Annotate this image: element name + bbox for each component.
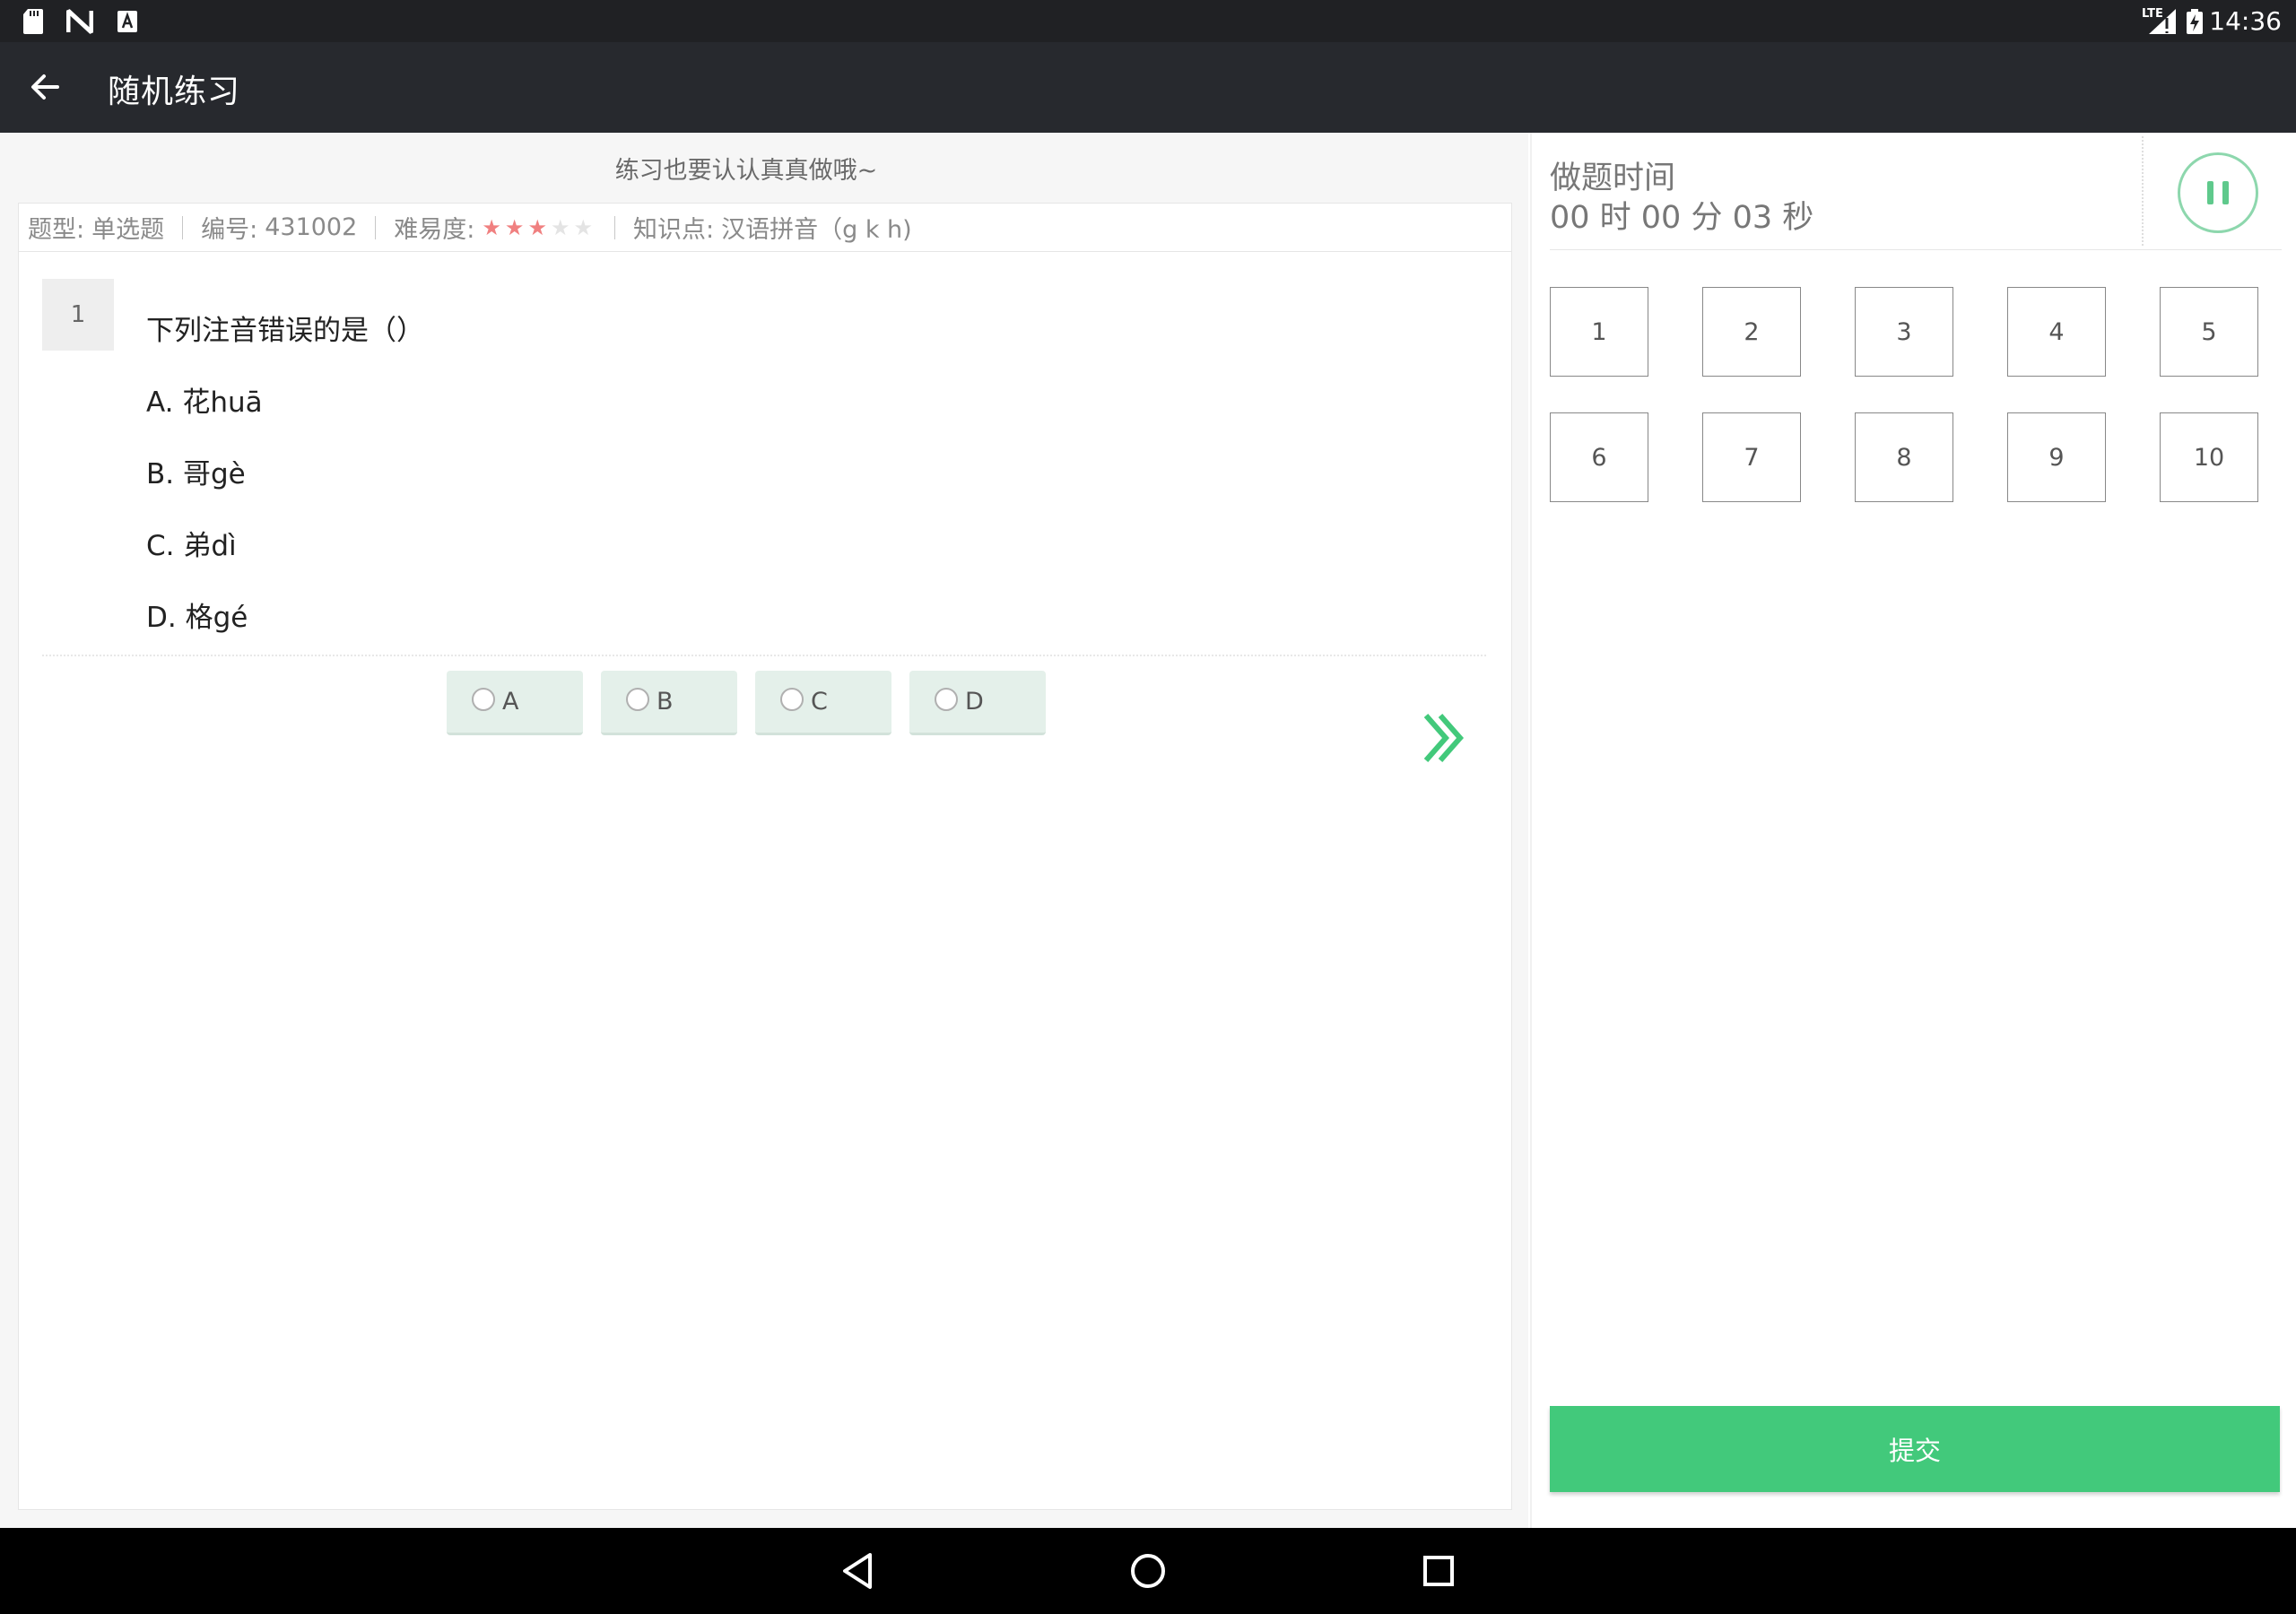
answer-d-button[interactable]: D <box>909 671 1046 735</box>
option-d-text: D. 格gé <box>146 602 248 634</box>
option-b-text: B. 哥gè <box>146 458 246 490</box>
question-nav-item[interactable]: 10 <box>2160 412 2258 502</box>
app-bar: 随机练习 <box>0 42 2296 133</box>
arrow-back-icon <box>31 74 59 100</box>
pause-icon <box>2207 181 2213 204</box>
meta-divider <box>375 215 377 239</box>
type-value: 单选题 <box>91 216 165 244</box>
question-number-badge: 1 <box>42 279 114 351</box>
radio-unchecked-icon <box>626 687 649 711</box>
type-label: 题型: <box>28 216 85 244</box>
question-nav-item[interactable]: 2 <box>1702 287 1801 377</box>
id-label: 编号: <box>201 216 258 244</box>
next-question-button[interactable] <box>1408 707 1471 769</box>
star-filled-icon: ★ <box>527 215 547 240</box>
question-nav-item[interactable]: 4 <box>2007 287 2106 377</box>
font-a-icon <box>117 11 137 32</box>
question-nav-item[interactable]: 1 <box>1550 287 1648 377</box>
option-c-text: C. 弟dì <box>146 530 237 562</box>
star-filled-icon: ★ <box>482 215 501 240</box>
answer-c-button[interactable]: C <box>755 671 891 735</box>
question-nav-item[interactable]: 9 <box>2007 412 2106 502</box>
timer-value: 00 时 00 分 03 秒 <box>1550 200 1814 236</box>
encouragement-tip: 练习也要认认真真做哦~ <box>614 157 878 185</box>
timer-divider <box>1550 249 2282 250</box>
back-button[interactable] <box>20 62 70 112</box>
page-title: 随机练习 <box>108 74 241 110</box>
question-nav-item[interactable]: 7 <box>1702 412 1801 502</box>
question-navigator: 1 2 3 4 5 6 7 8 9 10 <box>1550 287 2285 502</box>
answer-label: B <box>657 688 674 716</box>
question-text: 下列注音错误的是（） <box>146 315 424 347</box>
clock-time: 14:36 <box>2209 6 2282 36</box>
id-value: 431002 <box>265 213 358 241</box>
question-meta-bar: 题型: 单选题 编号: 431002 难易度: ★ ★ ★ ★ ★ 知识点: 汉语拼音（… <box>19 204 1511 252</box>
sd-card-icon <box>23 9 43 34</box>
timer-divider <box>2142 136 2144 246</box>
answer-b-button[interactable]: B <box>601 671 737 735</box>
meta-divider <box>613 215 615 239</box>
circle-home-icon <box>1131 1554 1165 1588</box>
double-chevron-right-icon <box>1423 714 1464 762</box>
star-filled-icon: ★ <box>504 215 525 240</box>
answer-label: C <box>811 688 828 716</box>
radio-unchecked-icon <box>935 687 958 711</box>
question-nav-item[interactable]: 8 <box>1855 412 1953 502</box>
side-pane: 做题时间 00 时 00 分 03 秒 1 2 3 4 5 6 7 8 9 10… <box>1530 133 2296 1528</box>
question-nav-item[interactable]: 6 <box>1550 412 1648 502</box>
battery-charging-icon <box>2187 9 2203 34</box>
meta-divider <box>182 215 184 239</box>
option-a-text: A. 花huā <box>146 386 263 419</box>
knowledge-label: 知识点: <box>632 216 715 244</box>
triangle-back-icon <box>843 1553 872 1589</box>
system-nav-bar <box>0 1528 2296 1614</box>
nav-home-button[interactable] <box>1125 1548 1171 1594</box>
difficulty-label: 难易度: <box>394 216 475 244</box>
star-empty-icon: ★ <box>573 215 593 240</box>
question-nav-item[interactable]: 5 <box>2160 287 2258 377</box>
question-nav-item[interactable]: 3 <box>1855 287 1953 377</box>
difficulty-rating: ★ ★ ★ ★ ★ <box>482 213 596 241</box>
question-card: 题型: 单选题 编号: 431002 难易度: ★ ★ ★ ★ ★ 知识点: 汉语拼音（… <box>18 203 1512 1510</box>
answer-label: D <box>965 688 984 716</box>
nav-recents-button[interactable] <box>1415 1548 1462 1594</box>
signal-icon <box>2149 9 2176 34</box>
star-empty-icon: ★ <box>550 215 570 240</box>
radio-unchecked-icon <box>780 687 804 711</box>
square-recents-icon <box>1423 1556 1454 1586</box>
question-pane: 练习也要认认真真做哦~ 题型: 单选题 编号: 431002 难易度: ★ ★ ★ ★… <box>0 133 1528 1528</box>
knowledge-value: 汉语拼音（g k h) <box>721 216 912 244</box>
submit-button[interactable]: 提交 <box>1550 1406 2280 1492</box>
answer-a-button[interactable]: A <box>447 671 583 735</box>
answer-choices: A B C D <box>447 671 1046 735</box>
radio-unchecked-icon <box>472 687 495 711</box>
nav-back-button[interactable] <box>834 1548 881 1594</box>
status-bar: LTE 14:36 <box>0 0 2296 42</box>
question-divider <box>42 655 1486 656</box>
pause-icon <box>2222 181 2229 204</box>
answer-label: A <box>502 688 519 716</box>
pause-button[interactable] <box>2178 152 2258 233</box>
n-logo-icon <box>66 9 93 34</box>
